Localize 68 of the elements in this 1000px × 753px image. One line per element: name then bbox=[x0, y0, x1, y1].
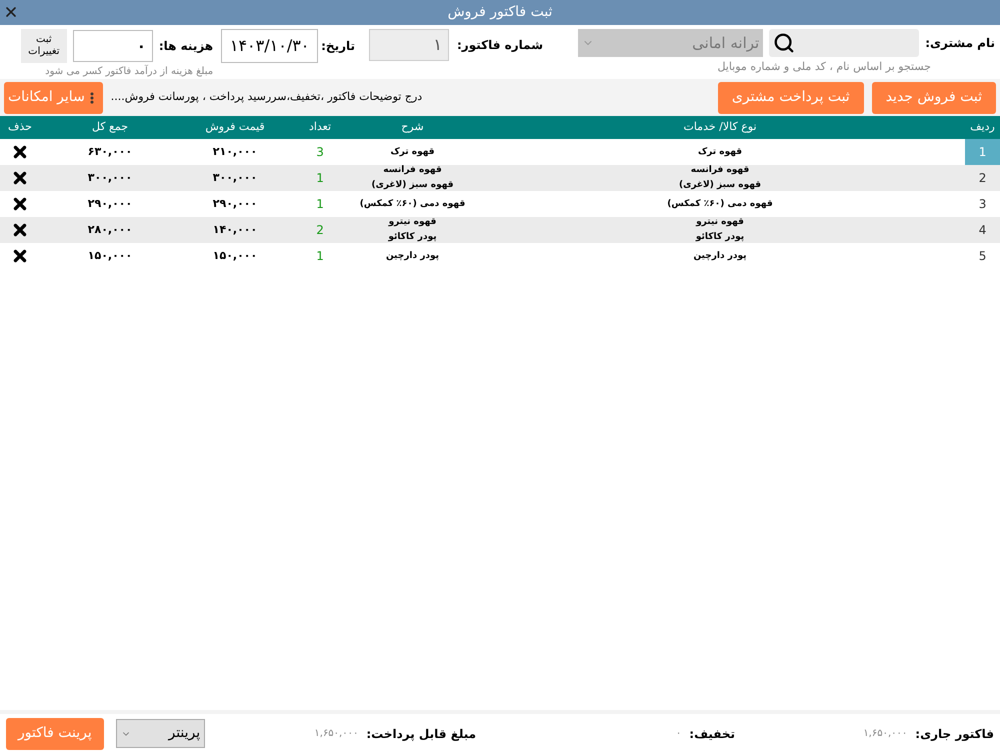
product-name: پودر دارچین bbox=[693, 250, 747, 262]
total-value: ۱,۶۵۰,۰۰۰ bbox=[863, 727, 908, 741]
save-changes-button[interactable]: ثبت تغییرات bbox=[20, 29, 67, 63]
description-text: قهوه ترک bbox=[390, 146, 435, 158]
delete-icon[interactable] bbox=[11, 247, 29, 265]
column-header: ردیف bbox=[969, 119, 996, 136]
description-text: قهوه سبز (لاغری) bbox=[371, 180, 454, 191]
product-name: قهوه ترک bbox=[698, 146, 742, 158]
product-name: قهوه سبز (لاغری) bbox=[678, 180, 762, 191]
delete-icon[interactable] bbox=[11, 143, 29, 161]
sale-price: ۲۹۰,۰۰۰ bbox=[212, 196, 258, 212]
total-label: تخفیف: bbox=[689, 726, 736, 742]
total-price: ۳۰۰,۰۰۰ bbox=[88, 170, 132, 186]
row-index: 1 bbox=[965, 139, 1000, 165]
total-price: ۲۸۰,۰۰۰ bbox=[88, 222, 132, 238]
printer-select[interactable]: پرینتر bbox=[116, 719, 206, 748]
quantity: 2 bbox=[316, 222, 324, 239]
row-index: 4 bbox=[978, 222, 988, 239]
quantity: 1 bbox=[316, 170, 324, 187]
quantity: 3 bbox=[316, 144, 324, 161]
row-index: 3 bbox=[978, 196, 988, 213]
column-header: تعداد bbox=[308, 119, 332, 136]
close-icon[interactable] bbox=[3, 4, 19, 20]
date-field[interactable]: ۱۴۰۳/۱۰/۳۰ bbox=[221, 29, 318, 63]
total-price: ۲۹۰,۰۰۰ bbox=[88, 196, 132, 212]
invoice-number-field[interactable]: ۱ bbox=[369, 29, 449, 61]
invoice-number-label: شماره فاکتور: bbox=[457, 37, 543, 54]
quantity: 1 bbox=[316, 248, 324, 265]
sale-price: ۱۴۰,۰۰۰ bbox=[212, 222, 258, 238]
sale-price: ۳۰۰,۰۰۰ bbox=[212, 170, 258, 186]
description-text: قهوه دمی (۶۰٪ کمکس) bbox=[360, 198, 466, 210]
description-text: پودر دارچین bbox=[386, 250, 440, 262]
costs-label: هزینه ها: bbox=[158, 38, 214, 55]
quantity: 1 bbox=[316, 196, 324, 213]
column-header: شرح bbox=[400, 119, 425, 136]
column-header: قیمت فروش bbox=[204, 119, 266, 136]
customer-label: نام مشتری: bbox=[925, 35, 995, 52]
product-name: قهوه نیترو bbox=[696, 217, 744, 228]
sale-price: ۲۱۰,۰۰۰ bbox=[212, 144, 258, 160]
total-price: ۱۵۰,۰۰۰ bbox=[88, 248, 132, 264]
window-title: ثبت فاکتور فروش bbox=[448, 3, 552, 22]
product-name: پودر کاکائو bbox=[696, 232, 744, 243]
column-header: نوع کالا/ خدمات bbox=[682, 119, 758, 136]
search-field[interactable] bbox=[769, 29, 920, 57]
search-hint: جستجو بر اساس نام ، کد ملی و شماره موبایل bbox=[716, 59, 931, 75]
product-name: قهوه فرانسه bbox=[690, 165, 750, 176]
options-description: درج توضیحات فاکتور ،تخفیف،سررسید پرداخت ، پورسانت فروش.... bbox=[110, 89, 422, 106]
total-value: ۰ bbox=[676, 727, 682, 741]
costs-field[interactable]: ۰ bbox=[72, 30, 153, 62]
costs-note: مبلغ هزینه از درآمد فاکتور کسر می شود bbox=[44, 64, 214, 79]
row-index: 2 bbox=[978, 170, 988, 187]
row-index: 5 bbox=[978, 248, 988, 265]
total-label: فاکتور جاری: bbox=[915, 726, 994, 742]
delete-icon[interactable] bbox=[11, 169, 29, 187]
search-icon[interactable] bbox=[773, 32, 796, 54]
description-text: قهوه نیترو bbox=[388, 217, 436, 228]
total-price: ۶۳۰,۰۰۰ bbox=[88, 144, 132, 160]
product-name: قهوه دمی (۶۰٪ کمکس) bbox=[667, 198, 773, 210]
date-label: تاریخ: bbox=[321, 38, 355, 55]
delete-icon[interactable] bbox=[11, 195, 29, 213]
delete-icon[interactable] bbox=[11, 221, 29, 239]
description-text: پودر کاکائو bbox=[388, 232, 437, 243]
total-value: ۱,۶۵۰,۰۰۰ bbox=[314, 727, 358, 741]
column-header: جمع کل bbox=[90, 119, 130, 136]
column-header: حذف bbox=[7, 119, 33, 136]
description-text: قهوه فرانسه bbox=[383, 165, 442, 176]
total-label: مبلغ قابل پرداخت: bbox=[366, 726, 476, 742]
sale-price: ۱۵۰,۰۰۰ bbox=[212, 248, 258, 264]
